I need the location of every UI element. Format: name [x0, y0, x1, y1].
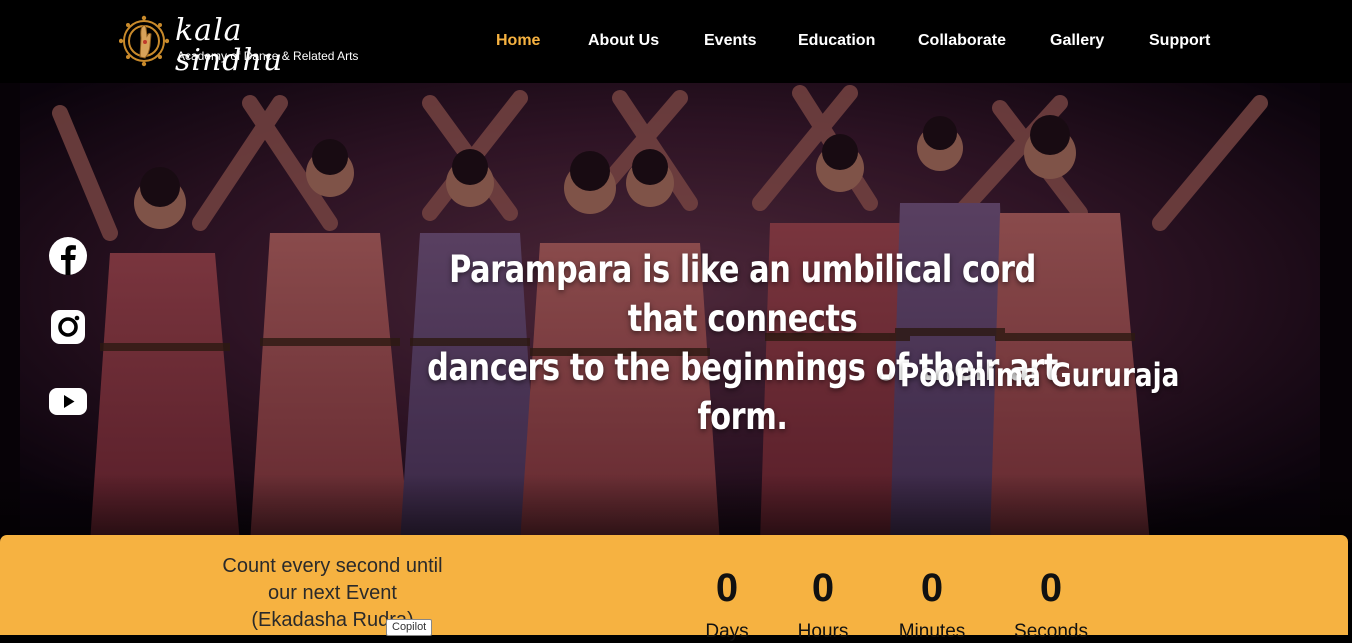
countdown-minutes-label: Minutes — [898, 621, 966, 642]
nav-support[interactable]: Support — [1149, 31, 1210, 51]
copilot-tooltip: Copilot — [386, 619, 433, 636]
instagram-icon[interactable] — [48, 307, 88, 347]
facebook-icon[interactable] — [48, 236, 88, 276]
nav-events[interactable]: Events — [704, 31, 756, 51]
nav-education[interactable]: Education — [798, 31, 875, 51]
hero-quote-line1: Parampara is like an umbilical cord that… — [449, 248, 1036, 340]
countdown-days-value: 0 — [715, 566, 739, 610]
countdown-hours-value: 0 — [811, 566, 835, 610]
countdown-seconds-value: 0 — [1039, 566, 1063, 610]
event-countdown: Count every second until our next Event … — [0, 535, 1348, 642]
nav-home[interactable]: Home — [496, 31, 540, 51]
hero-banner: Parampara is like an umbilical cord that… — [0, 83, 1352, 543]
hand-mudra-logo-icon — [119, 15, 169, 67]
youtube-icon[interactable] — [48, 382, 88, 422]
site-header: kala sindhu Academy of Dance & Related A… — [0, 0, 1352, 83]
nav-gallery[interactable]: Gallery — [1050, 31, 1104, 51]
logo-title: kala sindhu — [175, 13, 284, 78]
countdown-minutes-value: 0 — [920, 566, 944, 610]
hero-quote-author: - Poornima Gururaja — [880, 356, 1180, 394]
site-logo[interactable]: kala sindhu Academy of Dance & Related A… — [119, 12, 358, 76]
nav-collaborate[interactable]: Collaborate — [918, 31, 1006, 51]
countdown-caption-line2: our next Event — [268, 582, 397, 604]
logo-subtitle: Academy of Dance & Related Arts — [177, 49, 359, 63]
countdown-seconds-label: Seconds — [1014, 621, 1088, 642]
hero-quote: Parampara is like an umbilical cord that… — [412, 245, 1072, 441]
countdown-hours-label: Hours — [797, 621, 849, 642]
countdown-caption-line1: Count every second until — [222, 555, 443, 577]
nav-about-us[interactable]: About Us — [588, 31, 659, 51]
